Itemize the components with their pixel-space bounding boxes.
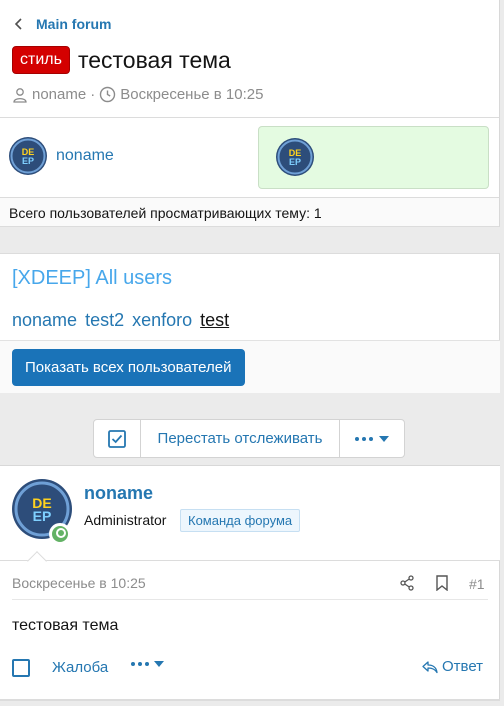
users-list: noname test2 xenforo test [12, 310, 229, 331]
user-link[interactable]: test [200, 310, 229, 331]
page-title: тестовая тема [77, 46, 231, 73]
caret-down-icon [154, 661, 164, 667]
thread-header: Main forum стиль тестовая тема noname · … [0, 0, 500, 117]
post-actions: Жалоба Ответ [0, 654, 500, 684]
more-options-button[interactable] [340, 420, 404, 457]
all-users-block: [XDEEP] All users noname test2 xenforo t… [0, 253, 500, 393]
report-button[interactable]: Жалоба [52, 659, 108, 676]
thread-meta: noname · Воскресенье в 10:25 [12, 86, 263, 103]
post-more-button[interactable] [131, 661, 164, 667]
reply-icon [422, 660, 438, 673]
chevron-left-icon[interactable] [14, 17, 24, 31]
viewer-item[interactable]: DE EP noname [8, 136, 114, 176]
reply-button[interactable]: Ответ [422, 658, 483, 675]
viewer-name[interactable]: noname [56, 147, 114, 165]
avatar[interactable]: DE EP [8, 136, 48, 176]
avatar[interactable]: DE EP [275, 137, 315, 177]
thread-author[interactable]: noname [32, 86, 86, 103]
user-link[interactable]: noname [12, 310, 77, 331]
clock-icon [100, 86, 116, 103]
post-date[interactable]: Воскресенье в 10:25 [12, 575, 146, 591]
breadcrumb[interactable]: Main forum [14, 16, 111, 32]
post-meta: Воскресенье в 10:25 [0, 566, 500, 600]
avatar-text: EP [22, 156, 34, 166]
user-link[interactable]: test2 [85, 310, 124, 331]
thread-date[interactable]: Воскресенье в 10:25 [120, 86, 263, 103]
show-all-users-button[interactable]: Показать всех пользователей [12, 349, 245, 386]
user-link[interactable]: xenforo [132, 310, 192, 331]
reply-label[interactable]: Ответ [442, 658, 483, 675]
online-status-icon [49, 523, 71, 545]
ellipsis-icon [355, 436, 373, 441]
avatar-text: EP [289, 157, 301, 167]
thread-prefix-badge[interactable]: стиль [12, 46, 70, 74]
divider [0, 699, 500, 701]
thread-title-row: стиль тестовая тема [12, 46, 231, 74]
post: DE EP noname Administrator Команда форум… [0, 465, 500, 701]
viewer-count: Всего пользователей просматривающих тему… [0, 197, 500, 227]
share-icon[interactable] [399, 575, 415, 591]
divider [12, 599, 488, 600]
user-icon [13, 87, 27, 103]
all-users-footer: Показать всех пользователей [0, 341, 500, 393]
unwatch-button[interactable]: Перестать отслеживать [141, 420, 340, 457]
caret-down-icon [379, 435, 389, 442]
bookmark-icon[interactable] [435, 575, 449, 591]
breadcrumb-link[interactable]: Main forum [36, 16, 111, 32]
post-username[interactable]: noname [84, 483, 153, 504]
watch-toggle[interactable] [94, 420, 141, 457]
meta-separator: · [90, 86, 96, 103]
viewer-highlight-item[interactable]: DE EP [258, 126, 489, 189]
all-users-title[interactable]: [XDEEP] All users [12, 267, 172, 290]
avatar-text: EP [33, 508, 52, 524]
post-number[interactable]: #1 [469, 576, 485, 592]
post-body: тестовая тема [12, 617, 119, 634]
select-post-checkbox[interactable] [12, 659, 30, 677]
post-user-area: DE EP noname Administrator Команда форум… [0, 466, 500, 561]
thread-toolbar: Перестать отслеживать [93, 419, 405, 458]
checkbox-checked-icon[interactable] [108, 429, 126, 448]
user-title: Administrator [84, 512, 167, 528]
thread-viewers: DE EP noname DE EP [0, 117, 500, 197]
ellipsis-icon [131, 662, 149, 666]
user-banner-badge: Команда форума [180, 509, 301, 532]
